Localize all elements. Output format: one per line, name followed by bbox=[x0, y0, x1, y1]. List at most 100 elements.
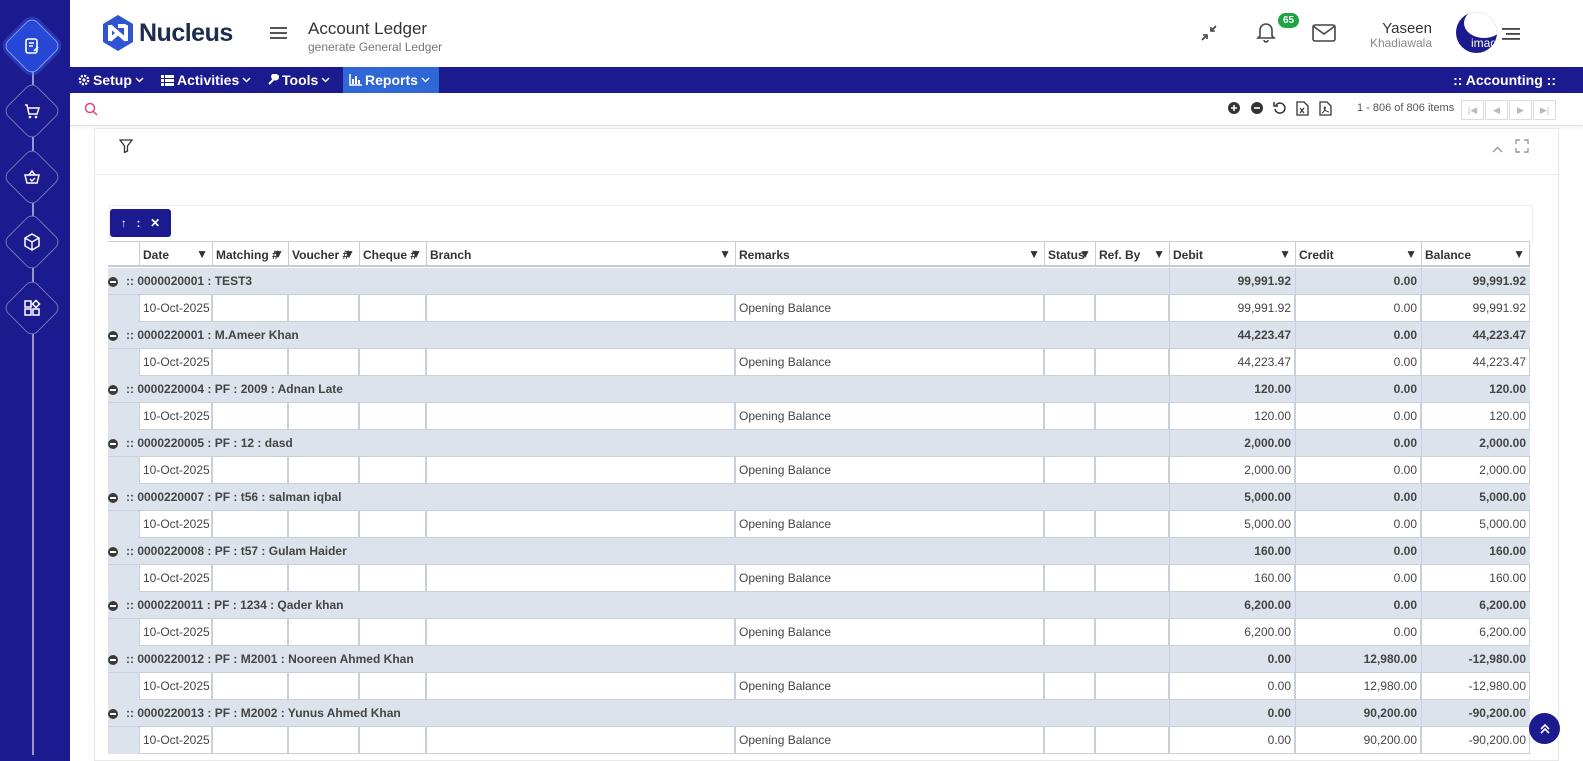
filter-icon[interactable]: ▼ bbox=[1405, 247, 1417, 261]
menu-reports[interactable]: Reports bbox=[343, 67, 439, 93]
wrench-icon bbox=[268, 74, 279, 85]
nucleus-logo-icon bbox=[103, 15, 133, 51]
collapse-group-icon[interactable] bbox=[108, 709, 118, 719]
group-chip[interactable]: ↑ : ✕ bbox=[110, 209, 171, 237]
col-branch[interactable]: Branch ▼ bbox=[426, 242, 735, 267]
filter-icon[interactable]: ▼ bbox=[343, 247, 355, 261]
filter-toggle-button[interactable] bbox=[118, 139, 134, 156]
collapse-group-icon[interactable] bbox=[108, 601, 118, 611]
group-row[interactable]: :: 0000220011 : PF : 1234 : Qader khan 6,… bbox=[108, 592, 1530, 619]
filter-icon[interactable]: ▼ bbox=[719, 247, 731, 261]
cell-empty bbox=[288, 511, 359, 538]
menu-activities[interactable]: Activities bbox=[155, 67, 257, 93]
filter-icon[interactable]: ▼ bbox=[1279, 247, 1291, 261]
col-status[interactable]: Status ▼ bbox=[1044, 242, 1095, 267]
col-voucher[interactable]: Voucher # ▼ bbox=[288, 242, 359, 267]
cell-date: 10-Oct-2025 bbox=[139, 673, 212, 700]
pager-next-button[interactable]: ▶ bbox=[1509, 100, 1532, 120]
panel-fullscreen-button[interactable] bbox=[1515, 139, 1529, 156]
table-row[interactable]: 10-Oct-2025 Opening Balance 2,000.00 0.00 2,… bbox=[108, 457, 1530, 484]
right-panel-toggle[interactable] bbox=[1502, 27, 1520, 44]
avatar[interactable]: imag bbox=[1456, 12, 1497, 53]
collapse-group-icon[interactable] bbox=[108, 331, 118, 341]
rail-sales-button[interactable] bbox=[2, 81, 62, 141]
brand-logo[interactable]: Nucleus bbox=[101, 14, 233, 52]
table-row[interactable]: 10-Oct-2025 Opening Balance 0.00 90,200.00-… bbox=[108, 727, 1530, 754]
col-debit-label: Debit bbox=[1173, 248, 1203, 262]
panel-collapse-button[interactable] bbox=[1492, 142, 1503, 156]
col-cheque[interactable]: Cheque # ▼ bbox=[359, 242, 426, 267]
collapse-group-icon[interactable] bbox=[108, 439, 118, 449]
menu-tools[interactable]: Tools bbox=[261, 67, 336, 93]
col-date[interactable]: Date ▼ bbox=[139, 242, 212, 267]
rail-inventory-button[interactable] bbox=[2, 212, 62, 272]
rail-apps-button[interactable] bbox=[2, 278, 62, 338]
scroll-top-button[interactable] bbox=[1529, 713, 1560, 744]
group-row[interactable]: :: 0000220005 : PF : 12 : dasd 2,000.00 0.… bbox=[108, 430, 1530, 457]
group-row[interactable]: :: 0000220001 : M.Ameer Khan 44,223.47 0.0… bbox=[108, 322, 1530, 349]
messages-button[interactable] bbox=[1312, 24, 1336, 45]
refresh-button[interactable] bbox=[1273, 101, 1287, 118]
group-row[interactable]: :: 0000220004 : PF : 2009 : Adnan Late 12… bbox=[108, 376, 1530, 403]
col-debit[interactable]: Debit ▼ bbox=[1169, 242, 1295, 267]
table-row[interactable]: 10-Oct-2025 Opening Balance 99,991.92 0.00 9… bbox=[108, 295, 1530, 322]
menu-setup[interactable]: Setup bbox=[72, 67, 150, 93]
rail-accounting-button[interactable] bbox=[2, 16, 62, 76]
group-row[interactable]: :: 0000220007 : PF : t56 : salman iqbal 5… bbox=[108, 484, 1530, 511]
search-button[interactable] bbox=[84, 102, 98, 119]
filter-icon bbox=[118, 139, 134, 154]
cell-balance: -90,200.00 bbox=[1421, 727, 1530, 754]
cell-empty bbox=[1095, 673, 1169, 700]
group-row[interactable]: :: 0000220008 : PF : t57 : Gulam Haider 1… bbox=[108, 538, 1530, 565]
col-matching[interactable]: Matching # ▼ bbox=[212, 242, 288, 267]
table-row[interactable]: 10-Oct-2025 Opening Balance 120.00 0.00 120.… bbox=[108, 403, 1530, 430]
menu-activities-label: Activities bbox=[177, 72, 240, 88]
collapse-group-icon[interactable] bbox=[108, 547, 118, 557]
col-credit[interactable]: Credit ▼ bbox=[1295, 242, 1421, 267]
menu-toggle-button[interactable] bbox=[270, 26, 287, 43]
pager-last-button[interactable]: ▶| bbox=[1533, 100, 1556, 120]
filter-icon[interactable]: ▼ bbox=[196, 247, 208, 261]
expand-all-button[interactable] bbox=[1227, 101, 1241, 118]
group-title: :: 0000220007 : PF : t56 : salman iqbal bbox=[126, 490, 342, 504]
filter-icon[interactable]: ▼ bbox=[1079, 247, 1091, 261]
collapse-all-button[interactable] bbox=[1250, 101, 1264, 118]
col-balance[interactable]: Balance ▼ bbox=[1421, 242, 1530, 267]
remove-group-icon[interactable]: ✕ bbox=[150, 216, 160, 230]
notifications-button[interactable] bbox=[1256, 21, 1276, 46]
cell-empty bbox=[212, 349, 288, 376]
filter-icon[interactable]: ▼ bbox=[272, 247, 284, 261]
group-balance: 99,991.92 bbox=[1472, 274, 1526, 288]
user-name[interactable]: Yaseen bbox=[1382, 20, 1432, 37]
table-row[interactable]: 10-Oct-2025 Opening Balance 160.00 0.00 160.… bbox=[108, 565, 1530, 592]
cell-empty bbox=[288, 403, 359, 430]
group-row[interactable]: :: 0000220013 : PF : M2002 : Yunus Ahmed… bbox=[108, 700, 1530, 727]
export-pdf-button[interactable] bbox=[1319, 101, 1332, 119]
group-row[interactable]: :: 0000220012 : PF : M2001 : Nooreen Ahm… bbox=[108, 646, 1530, 673]
collapse-group-icon[interactable] bbox=[108, 385, 118, 395]
group-row[interactable]: :: 0000020001 : TEST3 99,991.92 0.00 99,991… bbox=[108, 268, 1530, 295]
table-row[interactable]: 10-Oct-2025 Opening Balance 0.00 12,980.00-… bbox=[108, 673, 1530, 700]
group-debit: 0.00 bbox=[1267, 652, 1291, 666]
pager-first-button[interactable]: |◀ bbox=[1461, 100, 1484, 120]
rail-purchase-button[interactable] bbox=[2, 147, 62, 207]
col-refby[interactable]: Ref. By ▼ bbox=[1095, 242, 1169, 267]
filter-icon[interactable]: ▼ bbox=[1028, 247, 1040, 261]
collapse-button[interactable] bbox=[1200, 24, 1218, 45]
col-remarks[interactable]: Remarks ▼ bbox=[735, 242, 1044, 267]
table-row[interactable]: 10-Oct-2025 Opening Balance 5,000.00 0.00 5,… bbox=[108, 511, 1530, 538]
filter-icon[interactable]: ▼ bbox=[1153, 247, 1165, 261]
table-row[interactable]: 10-Oct-2025 Opening Balance 44,223.47 0.00 4… bbox=[108, 349, 1530, 376]
file-pdf-icon bbox=[1319, 101, 1332, 116]
collapse-group-icon[interactable] bbox=[108, 493, 118, 503]
cell-empty bbox=[426, 727, 735, 754]
collapse-group-icon[interactable] bbox=[108, 277, 118, 287]
table-row[interactable]: 10-Oct-2025 Opening Balance 6,200.00 0.00 6,… bbox=[108, 619, 1530, 646]
filter-icon[interactable]: ▼ bbox=[1513, 247, 1525, 261]
export-excel-button[interactable] bbox=[1296, 101, 1309, 119]
filter-icon[interactable]: ▼ bbox=[410, 247, 422, 261]
pager-info: 1 - 806 of 806 items bbox=[1357, 102, 1455, 114]
pager-prev-button[interactable]: ◀ bbox=[1485, 100, 1508, 120]
collapse-group-icon[interactable] bbox=[108, 655, 118, 665]
col-branch-label: Branch bbox=[430, 248, 472, 262]
